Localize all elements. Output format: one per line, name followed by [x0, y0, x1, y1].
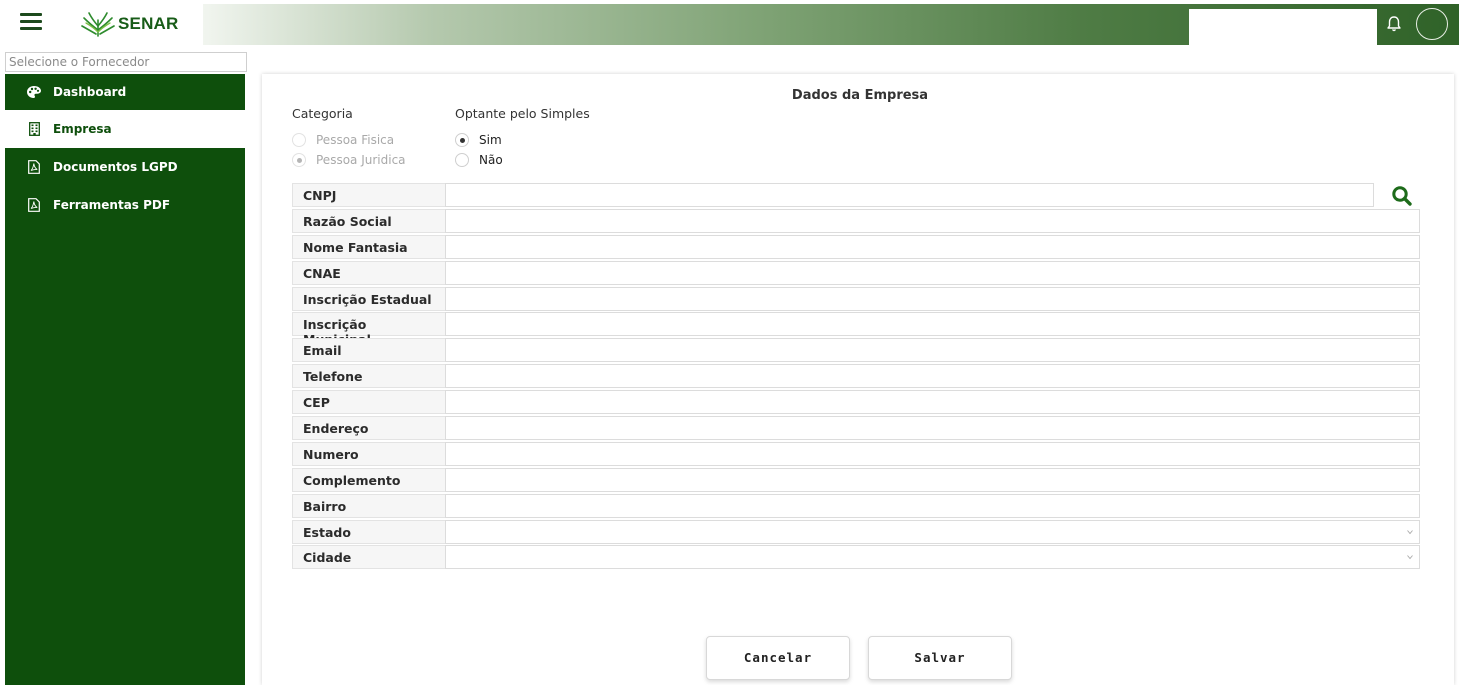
numero-input[interactable] [445, 441, 1420, 466]
form-row-endereco: Endereço [292, 416, 1420, 442]
radio-circle-selected [455, 133, 469, 147]
form-row-telefone: Telefone [292, 364, 1420, 390]
pdf-file-icon [23, 198, 45, 212]
field-label: Endereço [292, 416, 446, 441]
cnpj-input[interactable] [445, 183, 1374, 207]
bell-icon[interactable] [1386, 15, 1402, 33]
form-row-inscricao-municipal: Inscrição Municipal [292, 312, 1420, 347]
sidebar-item-documentos-lgpd[interactable]: Documentos LGPD [5, 148, 245, 186]
form-row-complemento: Complemento [292, 467, 1420, 494]
cancel-button[interactable]: Cancelar [706, 636, 850, 680]
form-row-estado: Estado [292, 519, 1420, 546]
endereco-input[interactable] [445, 416, 1420, 441]
cnae-input[interactable] [445, 260, 1420, 285]
categoria-label: Categoria [292, 106, 353, 121]
field-label: Numero [292, 441, 446, 466]
field-label: Complemento [292, 467, 446, 492]
sidebar: Dashboard Empresa Documentos LGPD Ferram… [5, 74, 245, 685]
field-label: Bairro [292, 493, 446, 518]
chevron-down-icon [1407, 529, 1413, 534]
form-row-cnae: CNAE [292, 260, 1420, 287]
nome-fantasia-input[interactable] [445, 234, 1420, 259]
building-icon [23, 122, 45, 136]
field-label: CNAE [292, 260, 446, 285]
form-row-numero: Numero [292, 441, 1420, 468]
razao-social-input[interactable] [445, 208, 1420, 233]
radio-label: Sim [479, 133, 502, 147]
inscricao-municipal-input[interactable] [445, 312, 1420, 337]
cep-input[interactable] [445, 390, 1420, 415]
radio-circle [292, 133, 306, 147]
chevron-down-icon [1407, 555, 1413, 560]
telefone-input[interactable] [445, 364, 1420, 389]
bairro-input[interactable] [445, 493, 1420, 518]
form-row-cnpj: CNPJ [292, 183, 1420, 209]
logo-text: SENAR [118, 14, 179, 33]
field-label: Email [292, 338, 446, 363]
palette-icon [23, 86, 45, 98]
estado-select[interactable] [445, 519, 1420, 544]
form-row-bairro: Bairro [292, 493, 1420, 520]
menu-icon[interactable] [20, 13, 42, 31]
form-row-cidade: Cidade [292, 545, 1420, 571]
form-row-email: Email [292, 338, 1420, 364]
sidebar-item-label: Dashboard [53, 85, 127, 99]
complemento-input[interactable] [445, 467, 1420, 492]
radio-label: Não [479, 153, 503, 167]
sidebar-item-ferramentas-pdf[interactable]: Ferramentas PDF [5, 186, 245, 224]
radio-pessoa-juridica: Pessoa Juridica [292, 153, 406, 167]
company-form: CNPJ Razão Social Nome Fantasia CNAE Ins… [292, 183, 1420, 571]
inscricao-estadual-input[interactable] [445, 286, 1420, 311]
field-label: Cidade [292, 545, 446, 570]
email-input[interactable] [445, 338, 1420, 363]
form-row-inscricao-estadual: Inscrição Estadual [292, 286, 1420, 313]
radio-circle [455, 153, 469, 167]
sidebar-item-label: Ferramentas PDF [53, 198, 171, 212]
senar-logo[interactable]: SENAR [80, 9, 179, 39]
field-label: CEP [292, 390, 446, 415]
field-label: Inscrição Estadual [292, 286, 446, 311]
radio-nao[interactable]: Não [455, 153, 503, 167]
user-avatar[interactable] [1416, 8, 1448, 40]
form-row-nome-fantasia: Nome Fantasia [292, 234, 1420, 261]
field-label: CNPJ [292, 183, 446, 207]
cidade-select[interactable] [445, 545, 1420, 570]
save-button[interactable]: Salvar [868, 636, 1012, 680]
field-label: Razão Social [292, 208, 446, 233]
radio-label: Pessoa Juridica [316, 153, 406, 167]
header-search-input[interactable] [1189, 9, 1377, 45]
field-label: Inscrição Municipal [292, 312, 446, 347]
radio-label: Pessoa Fisica [316, 133, 395, 147]
optante-simples-label: Optante pelo Simples [455, 106, 590, 121]
field-label: Nome Fantasia [292, 234, 446, 259]
form-row-cep: CEP [292, 390, 1420, 416]
top-bar: SENAR [0, 0, 1459, 48]
field-label: Estado [292, 519, 446, 544]
senar-logo-icon [81, 12, 115, 37]
sidebar-item-label: Empresa [53, 122, 112, 136]
pdf-file-icon [23, 160, 45, 174]
radio-pessoa-fisica: Pessoa Fisica [292, 133, 394, 147]
search-icon[interactable] [1391, 185, 1413, 207]
sidebar-item-dashboard[interactable]: Dashboard [5, 74, 245, 110]
form-row-razao-social: Razão Social [292, 208, 1420, 235]
radio-sim[interactable]: Sim [455, 133, 502, 147]
field-label: Telefone [292, 364, 446, 389]
sidebar-item-label: Documentos LGPD [53, 160, 178, 174]
supplier-select[interactable]: Selecione o Fornecedor [5, 52, 247, 72]
sidebar-item-empresa[interactable]: Empresa [5, 110, 245, 148]
page-title: Dados da Empresa [791, 88, 929, 103]
radio-circle-selected [292, 153, 306, 167]
